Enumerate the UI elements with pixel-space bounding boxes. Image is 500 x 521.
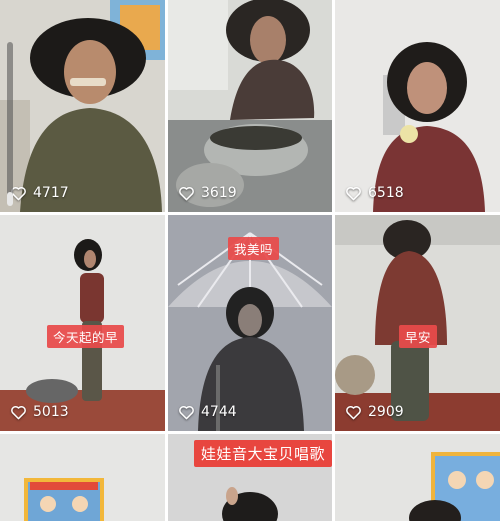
video-caption: 早安 [399,325,438,348]
video-tile-1[interactable]: 4717 [0,0,165,212]
video-tile-5[interactable]: 我美吗 4744 [168,215,332,431]
like-count: 5013 [10,404,69,420]
video-tile-8[interactable]: 娃娃音大宝贝唱歌 [168,434,332,521]
like-count-text: 2909 [368,404,404,420]
like-count: 4744 [178,404,237,420]
video-tile-4[interactable]: 今天起的早 5013 [0,215,165,431]
heart-icon [346,405,361,419]
video-thumbnail [335,434,500,521]
video-thumbnail [335,0,500,212]
video-caption: 娃娃音大宝贝唱歌 [194,440,332,467]
video-thumbnail [0,0,165,212]
video-tile-6[interactable]: 早安 2909 [335,215,500,431]
video-caption: 我美吗 [228,237,280,260]
like-count-text: 5013 [33,404,69,420]
heart-icon [346,186,361,200]
like-count: 6518 [345,185,404,201]
scrollbar-thumb[interactable] [7,192,13,206]
video-tile-9[interactable] [335,434,500,521]
video-tile-2[interactable]: 3619 [168,0,332,212]
video-tile-3[interactable]: 6518 [335,0,500,212]
heart-icon [11,405,26,419]
like-count-text: 4717 [33,185,69,201]
like-count: 2909 [345,404,404,420]
like-count: 4717 [10,185,69,201]
heart-icon [179,405,194,419]
video-tile-7[interactable] [0,434,165,521]
heart-icon [179,186,194,200]
scrollbar-track[interactable] [7,42,13,205]
video-caption: 今天起的早 [47,325,125,348]
like-count-text: 6518 [368,185,404,201]
like-count-text: 4744 [201,404,237,420]
video-thumbnail [0,215,165,431]
video-thumbnail [168,0,332,212]
video-thumbnail [335,215,500,431]
like-count-text: 3619 [201,185,237,201]
like-count: 3619 [178,185,237,201]
video-thumbnail [0,434,165,521]
